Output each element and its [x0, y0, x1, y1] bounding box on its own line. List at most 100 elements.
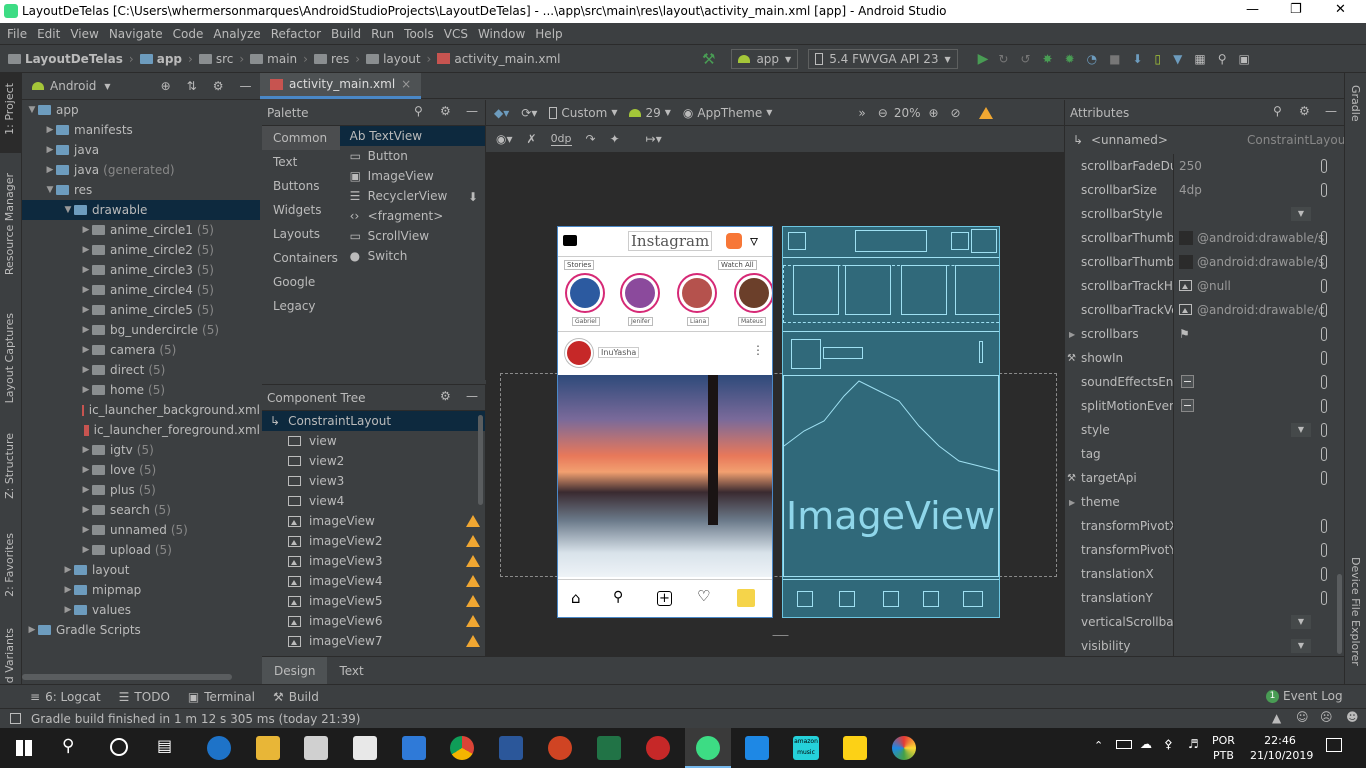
project-tree-item[interactable]: ▶ java (generated) [22, 160, 260, 180]
menu-view[interactable]: View [70, 27, 98, 41]
attribute-row[interactable]: scrollbarThumbVe @android:drawable/s [1065, 250, 1344, 274]
tree-root-constraintlayout[interactable]: ↳ ConstraintLayout [262, 411, 485, 431]
tool-window-structure[interactable]: Z: Structure [3, 433, 16, 499]
resize-handle[interactable] [772, 624, 800, 636]
chevron-right-icon[interactable]: ▶ [80, 265, 92, 275]
apply-code-changes-icon[interactable]: ↺ [1020, 52, 1030, 66]
tree-item[interactable]: imageView [262, 511, 485, 531]
attribute-row[interactable]: ▶ theme [1065, 490, 1344, 514]
tree-item[interactable]: view4 [262, 491, 485, 511]
excel-icon[interactable] [597, 736, 621, 760]
attribute-reference-button[interactable] [1321, 423, 1327, 437]
tool-window-gradle[interactable]: Gradle [1349, 85, 1362, 122]
profile-icon[interactable]: ◔ [1087, 52, 1097, 66]
palette-category[interactable]: Containers [262, 246, 340, 270]
tray-wifi-icon[interactable]: ⚴ [1164, 737, 1173, 751]
project-tree-item[interactable]: ▶ plus (5) [22, 480, 260, 500]
project-tree-item[interactable]: ▶ Gradle Scripts [22, 620, 260, 640]
chevron-down-icon[interactable]: ▼ [62, 205, 74, 215]
tree-item[interactable]: imageView2 [262, 531, 485, 551]
tree-item[interactable]: imageView6 [262, 611, 485, 631]
attribute-row[interactable]: scrollbarTrackHor @null [1065, 274, 1344, 298]
breadcrumb-src[interactable]: src [198, 52, 233, 66]
attribute-row[interactable]: ⚒ showIn [1065, 346, 1344, 370]
app-red-icon[interactable] [646, 736, 670, 760]
windows-start-icon[interactable] [16, 740, 32, 756]
attribute-checkbox[interactable] [1181, 375, 1194, 388]
gear-icon[interactable]: ⚙ [213, 79, 224, 93]
chevron-right-icon[interactable]: ▶ [80, 325, 92, 335]
infer-constraints-icon[interactable]: ✦ [610, 132, 620, 146]
apply-changes-icon[interactable]: ↻ [998, 52, 1008, 66]
palette-category[interactable]: Common [262, 126, 340, 150]
attribute-reference-button[interactable] [1321, 543, 1327, 557]
sync-gradle-icon[interactable]: ⬇ [1132, 52, 1142, 66]
warning-icon[interactable] [466, 535, 480, 547]
attribute-row[interactable]: scrollbarFadeDura 250 [1065, 154, 1344, 178]
project-tree-item[interactable]: ▶ upload (5) [22, 540, 260, 560]
attribute-checkbox[interactable] [1181, 399, 1194, 412]
chevron-right-icon[interactable]: ▶ [44, 125, 56, 135]
attribute-reference-button[interactable] [1321, 303, 1327, 317]
project-tree-item[interactable]: ic_launcher_foreground.xml [22, 420, 260, 440]
vertical-scrollbar[interactable] [1337, 574, 1342, 654]
tool-build[interactable]: ⚒ Build [273, 690, 319, 704]
api-level-dropdown[interactable]: 29 ▼ [629, 106, 671, 120]
warning-icon[interactable] [466, 615, 480, 627]
tool-terminal[interactable]: ▣ Terminal [188, 690, 255, 704]
menu-help[interactable]: Help [535, 27, 562, 41]
chrome-icon[interactable] [450, 736, 474, 760]
menu-navigate[interactable]: Navigate [109, 27, 163, 41]
palette-item[interactable]: ● Switch [340, 246, 485, 266]
palette-category[interactable]: Widgets [262, 198, 340, 222]
chevron-down-icon[interactable]: ▼ [44, 185, 56, 195]
avd-manager-icon[interactable]: ▯ [1155, 52, 1162, 66]
breadcrumb-project[interactable]: LayoutDeTelas [8, 52, 123, 66]
palette-item[interactable]: ▣ ImageView [340, 166, 485, 186]
palette-category[interactable]: Text [262, 150, 340, 174]
tool-window-project[interactable]: 1: Project [3, 83, 16, 135]
chevron-right-icon[interactable]: ▶ [62, 605, 74, 615]
project-view-select[interactable]: Android [50, 79, 96, 93]
attribute-reference-button[interactable] [1321, 231, 1327, 245]
project-tree-item[interactable]: ▶ love (5) [22, 460, 260, 480]
design-surface-icon[interactable]: ◆▾ [494, 106, 509, 120]
vertical-scrollbar[interactable] [478, 415, 483, 505]
menu-tools[interactable]: Tools [404, 27, 434, 41]
design-blueprint[interactable]: ImageView [782, 226, 1000, 618]
attribute-row[interactable]: translationX [1065, 562, 1344, 586]
chevron-right-icon[interactable]: ▶ [80, 385, 92, 395]
project-tree-item[interactable]: ic_launcher_background.xml [22, 400, 260, 420]
project-tree-item[interactable]: ▼ drawable [22, 200, 260, 220]
tree-item[interactable]: imageView3 [262, 551, 485, 571]
event-log-button[interactable]: 1 Event Log [1266, 689, 1343, 703]
hector-icon[interactable]: ☻ [1346, 710, 1359, 724]
zoom-out-icon[interactable]: ⊖ [878, 106, 888, 120]
layout-inspector-icon[interactable]: ▣ [1239, 52, 1250, 66]
language-indicator[interactable]: POR PTB [1212, 733, 1235, 763]
attribute-value[interactable]: @null [1197, 279, 1337, 293]
run-config-select[interactable]: app ▼ [731, 49, 799, 69]
project-tree-item[interactable]: ▼ app [22, 100, 260, 120]
attribute-reference-button[interactable] [1321, 471, 1327, 485]
file-explorer-icon[interactable] [256, 736, 280, 760]
attribute-reference-button[interactable] [1321, 351, 1327, 365]
breadcrumb-res[interactable]: res [313, 52, 349, 66]
attribute-reference-button[interactable] [1321, 183, 1327, 197]
clock[interactable]: 22:46 21/10/2019 [1250, 733, 1313, 763]
edge-icon[interactable] [207, 736, 231, 760]
image-resource-icon[interactable] [1179, 280, 1192, 291]
palette-item[interactable]: ▭ Button [340, 146, 485, 166]
search-icon[interactable]: ⚲ [1273, 104, 1282, 118]
breadcrumb-app[interactable]: app [139, 52, 182, 66]
attribute-row[interactable]: scrollbarThumbHo @android:drawable/s [1065, 226, 1344, 250]
tool-window-build-variants[interactable]: ld Variants [3, 628, 16, 686]
tree-item[interactable]: view3 [262, 471, 485, 491]
debug-icon[interactable]: ✸ [1043, 52, 1053, 66]
chevron-right-icon[interactable]: ▶ [80, 305, 92, 315]
attribute-value[interactable]: @android:drawable/s [1197, 255, 1337, 269]
chevron-right-icon[interactable]: ▶ [80, 365, 92, 375]
project-tree-item[interactable]: ▶ direct (5) [22, 360, 260, 380]
chevron-right-icon[interactable]: ▶ [80, 285, 92, 295]
palette-category[interactable]: Buttons [262, 174, 340, 198]
